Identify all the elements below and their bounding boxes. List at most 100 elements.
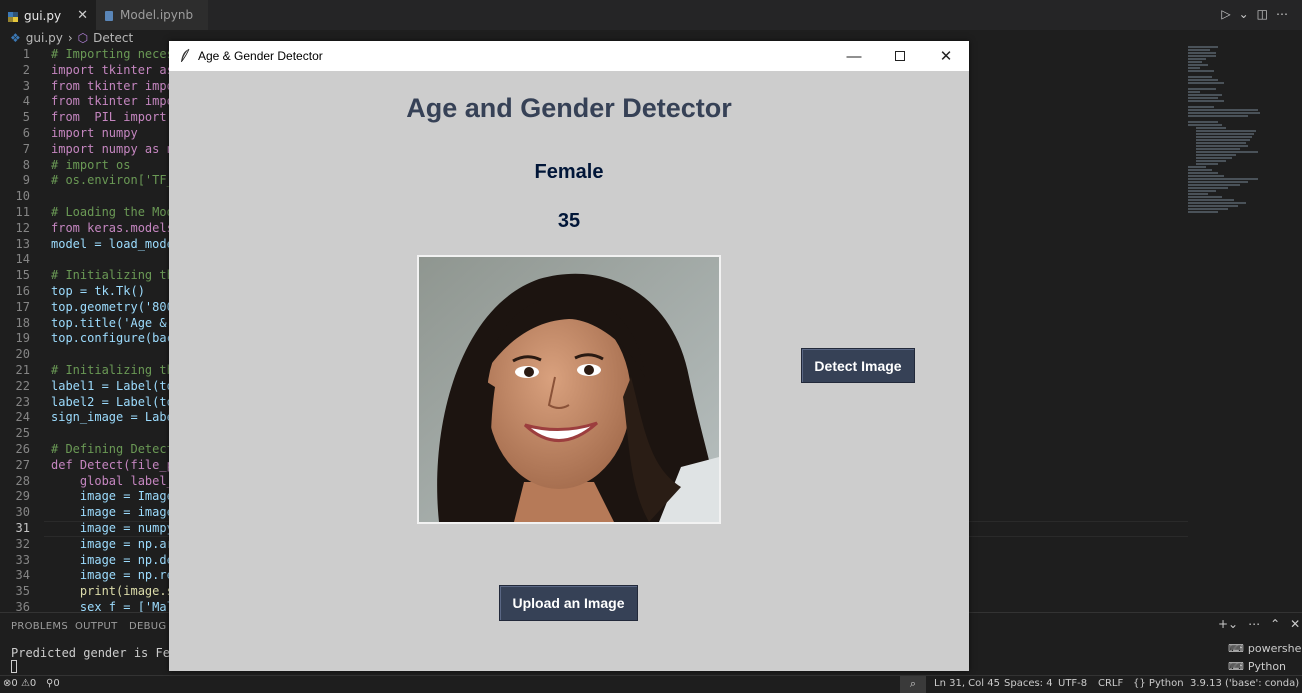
tab-gui-py[interactable]: gui.py ✕ <box>0 0 96 30</box>
line-number: 7 <box>22 141 30 156</box>
line-number: 1 <box>22 47 30 61</box>
ports-counter[interactable]: ⚲0 <box>46 678 60 689</box>
terminal-icon: ⌨ <box>1228 642 1244 655</box>
minimap-line <box>1188 187 1228 189</box>
minimize-button[interactable]: — <box>831 41 877 71</box>
braces-icon: {} <box>1133 678 1146 689</box>
interpreter[interactable]: 3.9.13 ('base': conda) <box>1190 678 1299 689</box>
line-number: 24 <box>15 410 30 425</box>
minimap-line <box>1188 79 1218 81</box>
line-number: 30 <box>15 505 30 520</box>
minimap-line <box>1188 196 1222 198</box>
minimap-line <box>1188 211 1218 213</box>
code-line: print(image.sha <box>51 584 189 599</box>
window-title-bar[interactable]: Age & Gender Detector — ✕ <box>169 41 969 71</box>
terminal-label: powershell <box>1247 642 1302 655</box>
maximize-panel-icon[interactable]: ⌃ <box>1270 617 1280 631</box>
minimap-line <box>1188 190 1216 192</box>
minimap-line <box>1188 100 1224 102</box>
terminal-powershell[interactable]: ⌨ powershell <box>1228 642 1302 655</box>
code-line: top = tk.Tk() <box>51 284 145 298</box>
code-line: label2 = Label(top, <box>51 394 189 409</box>
upload-image-button[interactable]: Upload an Image <box>499 585 638 621</box>
code-line: image = np.resi <box>51 568 189 583</box>
line-number: 20 <box>15 347 30 362</box>
code-line: global label_pa <box>51 473 189 488</box>
indentation[interactable]: Spaces: 4 <box>1004 678 1053 689</box>
minimap-line <box>1196 130 1256 132</box>
line-ending[interactable]: CRLF <box>1098 678 1123 689</box>
problems-counter[interactable]: ⊗0 ⚠0 <box>3 678 36 689</box>
terminal-cursor <box>11 660 17 673</box>
line-number: 14 <box>15 252 30 267</box>
line-number: 13 <box>15 236 30 251</box>
minimap-line <box>1196 136 1252 138</box>
zoom-icon[interactable]: ⌕ <box>900 676 926 693</box>
line-number: 9 <box>22 173 30 188</box>
code-line: top.geometry('800x6 <box>51 299 189 314</box>
minimap-line <box>1188 46 1218 48</box>
close-tab-icon[interactable]: ✕ <box>77 8 88 23</box>
line-number: 18 <box>15 315 30 330</box>
code-line: from keras.models i <box>51 220 189 235</box>
function-icon: ⬡ <box>77 31 89 45</box>
line-number: 15 <box>15 268 30 283</box>
line-number: 16 <box>15 284 30 298</box>
minimap-line <box>1196 142 1246 144</box>
code-line: sex_f = ['Male' <box>51 600 189 612</box>
language-mode[interactable]: {} Python <box>1133 678 1184 689</box>
minimap[interactable] <box>1188 46 1298 216</box>
status-bar: ⊗0 ⚠0 ⚲0 ⌕ Ln 31, Col 45 Spaces: 4 UTF-8… <box>0 675 1302 693</box>
warning-icon: ⚠ <box>20 678 30 689</box>
minimap-line <box>1188 88 1216 90</box>
minimap-line <box>1188 115 1248 117</box>
panel-controls: +⌄ ⋯ ⌃ ✕ <box>1218 617 1300 631</box>
detect-image-button[interactable]: Detect Image <box>801 348 915 383</box>
encoding[interactable]: UTF-8 <box>1058 678 1087 689</box>
line-number: 28 <box>15 473 30 488</box>
run-dropdown-icon[interactable]: ⌄ <box>1239 7 1249 21</box>
code-line: image = np.dele <box>51 552 189 567</box>
minimap-line <box>1188 169 1212 171</box>
line-number: 22 <box>15 378 30 393</box>
minimap-line <box>1188 49 1210 51</box>
terminal-python[interactable]: ⌨ Python <box>1228 660 1286 673</box>
minimap-line <box>1188 76 1212 78</box>
run-icon[interactable]: ▷ <box>1221 7 1230 21</box>
more-actions-icon[interactable]: ⋯ <box>1276 7 1288 21</box>
minimap-line <box>1188 166 1206 168</box>
minimap-line <box>1188 55 1216 57</box>
minimap-line <box>1188 202 1246 204</box>
split-editor-icon[interactable]: ◫ <box>1257 7 1268 21</box>
close-window-button[interactable]: ✕ <box>923 41 969 71</box>
line-number: 6 <box>22 126 30 140</box>
line-number: 25 <box>15 426 30 441</box>
code-line: top.title('Age & Ge <box>51 315 189 330</box>
minimap-line <box>1196 163 1218 165</box>
python-file-icon: ❖ <box>10 31 21 45</box>
maximize-button[interactable] <box>877 41 923 71</box>
new-terminal-icon[interactable]: +⌄ <box>1218 617 1238 631</box>
code-line: def Detect(file_pat <box>51 457 189 472</box>
code-line: # Loading the Model <box>51 205 189 219</box>
close-panel-icon[interactable]: ✕ <box>1290 617 1300 631</box>
minimap-line <box>1188 94 1222 96</box>
minimap-line <box>1188 208 1228 210</box>
minimap-line <box>1188 64 1208 66</box>
minimap-line <box>1188 193 1208 195</box>
more-icon[interactable]: ⋯ <box>1248 617 1260 631</box>
cursor-position[interactable]: Ln 31, Col 45 <box>934 678 1000 689</box>
code-line: # Defining Detect <box>51 442 182 456</box>
code-line: sign_image = Label( <box>51 410 189 425</box>
breadcrumb-symbol[interactable]: Detect <box>93 31 133 45</box>
tab-model-ipynb[interactable]: Model.ipynb <box>96 0 208 30</box>
tab-output[interactable]: OUTPUT <box>75 621 118 632</box>
tab-problems[interactable]: PROBLEMS <box>11 621 68 632</box>
minimap-line <box>1188 109 1258 111</box>
minimap-line <box>1188 178 1258 180</box>
line-number: 34 <box>15 568 30 583</box>
breadcrumb-file[interactable]: gui.py <box>26 31 63 45</box>
error-count: 0 <box>11 678 18 689</box>
code-line: image = image.r <box>51 505 189 520</box>
line-number: 19 <box>15 331 30 346</box>
